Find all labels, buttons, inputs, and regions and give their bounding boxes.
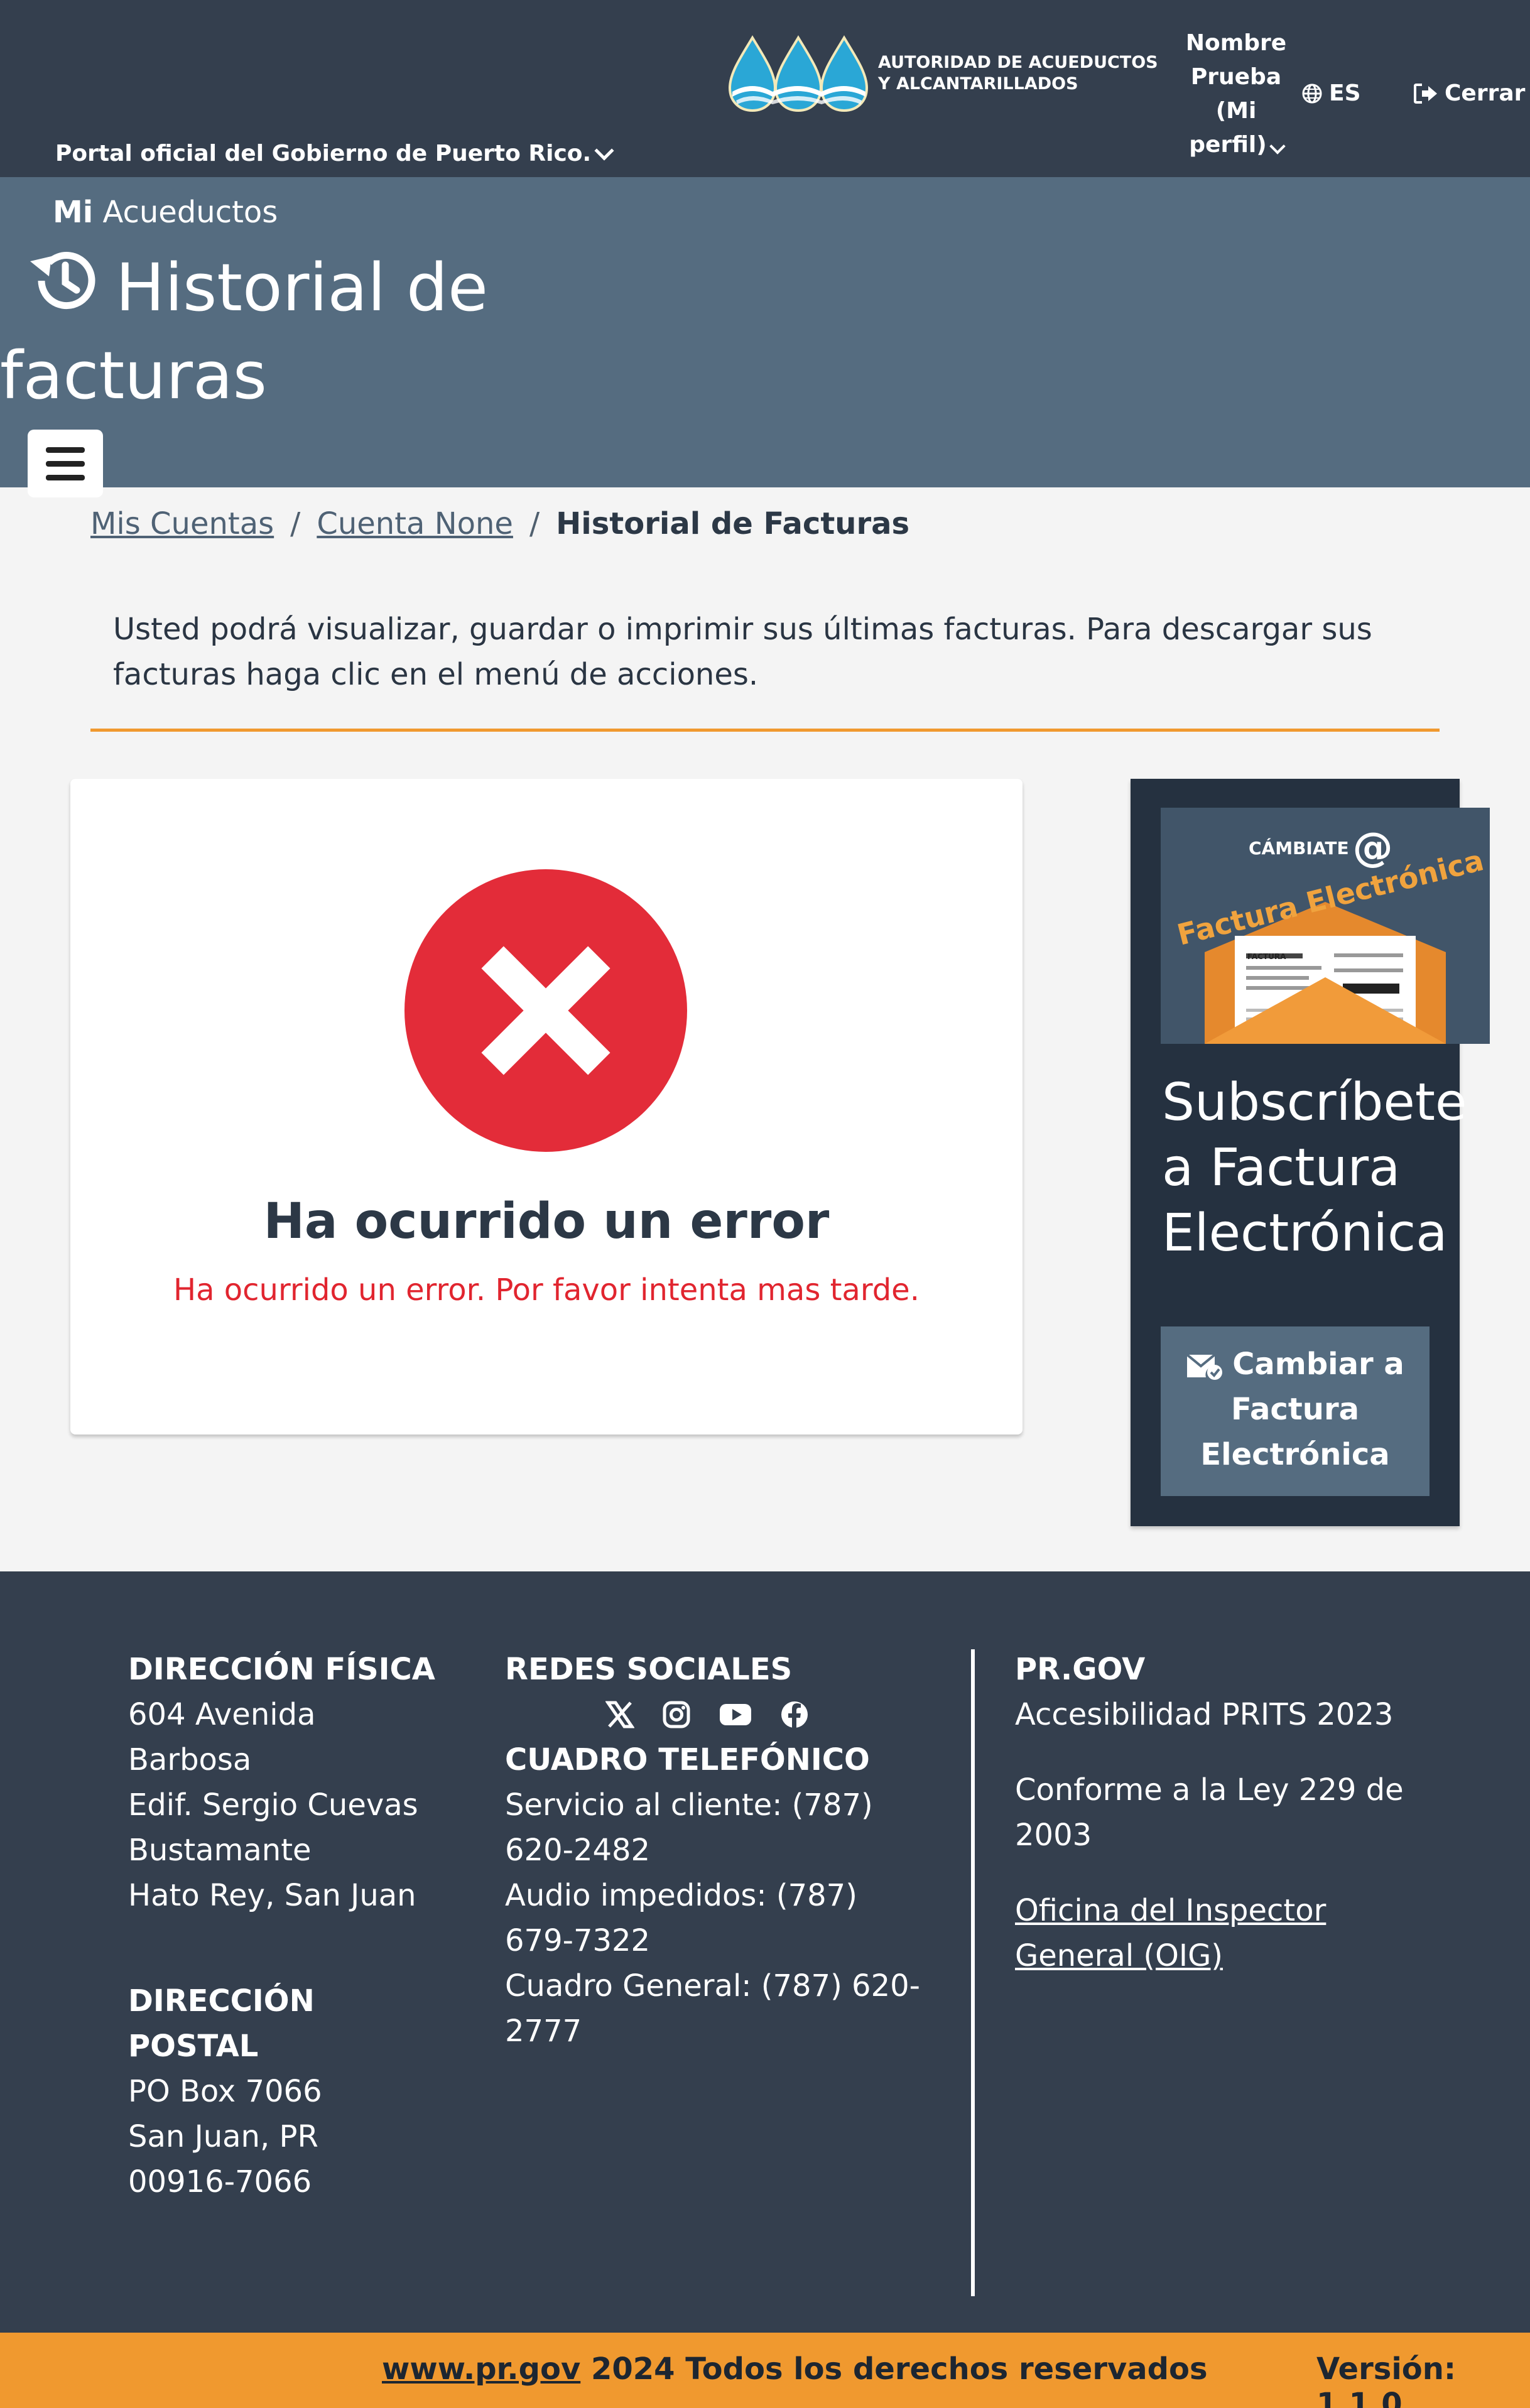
gov-portal-label: Portal oficial del Gobierno de Puerto Ri…: [55, 141, 592, 166]
footer-heading: DIRECCIÓN FÍSICA: [128, 1652, 435, 1687]
footer-prgov: PR.GOV Accesibilidad PRITS 2023 Conforme…: [1015, 1647, 1417, 1978]
at-sign-icon: @: [1352, 825, 1393, 871]
breadcrumb-current: Historial de Facturas: [556, 506, 910, 541]
water-drops-logo-icon: [728, 35, 869, 112]
intro-text: Usted podrá visualizar, guardar o imprim…: [113, 612, 1372, 692]
youtube-icon[interactable]: [719, 1702, 752, 1727]
address-line: Edif. Sergio Cuevas Bustamante: [128, 1787, 418, 1868]
address-line: PO Box 7066: [128, 2074, 322, 2109]
address-line: 604 Avenida Barbosa: [128, 1697, 316, 1777]
copyright: www.pr.gov 2024 Todos los derechos reser…: [382, 2351, 1208, 2387]
address-line: San Juan, PR 00916-7066: [128, 2119, 318, 2199]
chevron-down-icon: [594, 140, 614, 161]
language-selector[interactable]: ES: [1301, 80, 1361, 106]
logout-button[interactable]: Cerrar: [1413, 80, 1525, 106]
user-profile-label: Nombre Prueba (Mi perfil): [1185, 30, 1287, 158]
social-links: [605, 1692, 926, 1737]
promo-caption-top-text: CÁMBIATE: [1249, 837, 1349, 859]
logo-line-2: Y ALCANTARILLADOS: [878, 74, 1078, 94]
error-message: Ha ocurrido un error. Por favor intenta …: [173, 1272, 920, 1308]
e-invoice-promo: FACTURA CÁMBIATE @ Factura Electrónica S…: [1131, 779, 1490, 1526]
breadcrumb-cuenta[interactable]: Cuenta None: [317, 506, 513, 541]
footer-vertical-divider: [971, 1649, 975, 2296]
breadcrumb-separator: /: [529, 506, 540, 541]
phone-line: Audio impedidos: (787) 679-7322: [505, 1878, 857, 1958]
hamburger-menu-button[interactable]: [28, 430, 103, 497]
e-invoice-button[interactable]: Cambiar a Factura Electrónica: [1161, 1326, 1430, 1496]
oig-link[interactable]: Oficina del Inspector General (OIG): [1015, 1893, 1326, 1973]
address-line: Hato Rey, San Juan: [128, 1878, 416, 1913]
chevron-down-icon: [1269, 138, 1286, 155]
rights-text: 2024 Todos los derechos reservados: [580, 2351, 1208, 2387]
history-icon: [26, 247, 97, 330]
error-title: Ha ocurrido un error: [263, 1193, 830, 1250]
language-label: ES: [1329, 80, 1361, 106]
app-name-prefix: Mi: [53, 195, 94, 230]
promo-title: Subscríbete a Factura Electrónica: [1162, 1073, 1467, 1263]
footer-heading: DIRECCIÓN POSTAL: [128, 1983, 315, 2064]
hamburger-line: [46, 474, 85, 480]
gov-portal-link[interactable]: Portal oficial del Gobierno de Puerto Ri…: [55, 140, 614, 166]
version-label: Versión: 1.1.0: [1316, 2351, 1457, 2408]
footer-heading: CUADRO TELEFÓNICO: [505, 1742, 870, 1777]
app-name[interactable]: Mi Acueductos: [53, 195, 278, 230]
bottom-bar: www.pr.gov 2024 Todos los derechos reser…: [0, 2333, 1530, 2408]
promo-image-caption-top: CÁMBIATE @: [1249, 825, 1393, 871]
error-card: Ha ocurrido un error Ha ocurrido un erro…: [70, 779, 1023, 1434]
envelope-check-icon: [1186, 1353, 1223, 1380]
globe-icon: [1302, 84, 1322, 103]
prgov-site-link[interactable]: www.pr.gov: [382, 2351, 580, 2387]
breadcrumb-separator: /: [290, 506, 301, 541]
page-header: Mi Acueductos Historial de facturas: [0, 177, 1530, 497]
breadcrumb-mis-cuentas[interactable]: Mis Cuentas: [90, 506, 274, 541]
law-text: Conforme a la Ley 229 de 2003: [1015, 1772, 1404, 1853]
top-bar: AUTORIDAD DE ACUEDUCTOS Y ALCANTARILLADO…: [0, 0, 1530, 177]
promo-image-doc-heading: FACTURA: [1247, 952, 1286, 961]
footer-heading: REDES SOCIALES: [505, 1652, 793, 1687]
breadcrumb: Mis Cuentas / Cuenta None / Historial de…: [90, 506, 909, 541]
oig-link-wrap: Oficina del Inspector General (OIG): [1015, 1888, 1417, 1978]
x-icon[interactable]: [605, 1701, 634, 1728]
aaa-logo[interactable]: AUTORIDAD DE ACUEDUCTOS Y ALCANTARILLADO…: [727, 34, 1158, 113]
footer-heading: PR.GOV: [1015, 1652, 1146, 1687]
logo-text: AUTORIDAD DE ACUEDUCTOS Y ALCANTARILLADO…: [878, 52, 1158, 95]
e-invoice-promo-image: FACTURA CÁMBIATE @ Factura Electrónica: [1161, 808, 1490, 1044]
error-x-icon: [404, 869, 687, 1152]
accessibility-text: Accesibilidad PRITS 2023: [1015, 1697, 1394, 1732]
logo-line-1: AUTORIDAD DE ACUEDUCTOS: [878, 53, 1158, 72]
phone-line: Cuadro General: (787) 620-2777: [505, 1968, 920, 2049]
hamburger-line: [46, 447, 85, 453]
user-profile-menu[interactable]: Nombre Prueba (Mi perfil): [1181, 26, 1291, 162]
app-name-label: Acueductos: [102, 195, 278, 230]
logout-label: Cerrar: [1445, 80, 1526, 106]
footer-physical-address: DIRECCIÓN FÍSICA 604 Avenida Barbosa Edi…: [128, 1647, 442, 2205]
sign-out-icon: [1414, 83, 1437, 104]
footer-contact: REDES SOCIALES CUADRO TELEFÓNICO Servici…: [505, 1647, 926, 2054]
hamburger-line: [46, 460, 85, 467]
e-invoice-button-label: Cambiar a Factura Electrónica: [1200, 1347, 1404, 1472]
page-title: Historial de facturas: [0, 247, 565, 414]
phone-line: Servicio al cliente: (787) 620-2482: [505, 1787, 873, 1868]
footer: DIRECCIÓN FÍSICA 604 Avenida Barbosa Edi…: [0, 1571, 1530, 2333]
facebook-icon[interactable]: [780, 1700, 809, 1729]
section-divider: [90, 729, 1440, 732]
instagram-icon[interactable]: [662, 1700, 691, 1729]
